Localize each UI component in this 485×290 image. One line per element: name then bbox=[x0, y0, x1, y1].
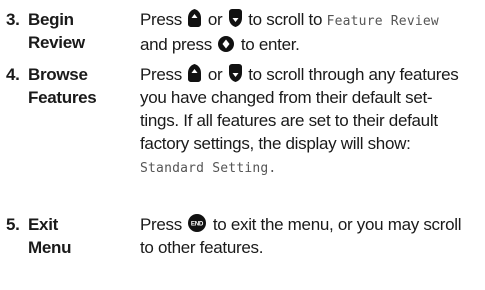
step-title-line2: Features bbox=[28, 88, 97, 107]
body-text: to scroll through any features bbox=[248, 65, 459, 84]
body-text: and press bbox=[140, 35, 212, 54]
step-3-body: Press or to scroll to Feature Review and… bbox=[140, 8, 482, 56]
scroll-up-key-icon bbox=[188, 9, 202, 27]
step-number: 5. bbox=[6, 215, 20, 234]
step-title: Browse bbox=[28, 65, 88, 84]
end-key-label: END bbox=[191, 221, 204, 228]
body-text: or bbox=[207, 10, 223, 29]
scroll-down-key-icon bbox=[228, 64, 242, 82]
step-title-line2: Review bbox=[28, 33, 85, 52]
scroll-down-key-icon bbox=[228, 9, 242, 27]
step-5-body: Press END to exit the menu, or you may s… bbox=[140, 213, 482, 259]
body-text: you have changed from their default set- bbox=[140, 88, 433, 107]
body-text: Press bbox=[140, 10, 182, 29]
body-text: tings. If all features are set to their … bbox=[140, 111, 438, 130]
body-text: to other features. bbox=[140, 238, 264, 257]
step-4-heading: 4. Browse Features bbox=[6, 63, 126, 109]
body-text: Press bbox=[140, 65, 182, 84]
body-text: to exit the menu, or you may scroll bbox=[212, 215, 462, 234]
select-key-icon bbox=[218, 36, 235, 52]
end-key-icon: END bbox=[188, 214, 207, 232]
step-title-line2: Menu bbox=[28, 238, 72, 257]
body-text: or bbox=[207, 65, 223, 84]
step-5-heading: 5. Exit Menu bbox=[6, 213, 126, 259]
step-4-body: Press or to scroll through any features … bbox=[140, 63, 482, 180]
step-3-heading: 3. Begin Review bbox=[6, 8, 126, 54]
lcd-text-standard-setting: Standard Setting. bbox=[140, 161, 277, 176]
body-text: factory settings, the display will show: bbox=[140, 134, 411, 153]
body-text: to enter. bbox=[240, 35, 300, 54]
lcd-text-feature-review: Feature Review bbox=[326, 14, 439, 29]
scroll-up-key-icon bbox=[188, 64, 202, 82]
step-title: Begin bbox=[28, 10, 74, 29]
step-number: 4. bbox=[6, 65, 20, 84]
body-text: to scroll to bbox=[248, 10, 323, 29]
step-title: Exit bbox=[28, 215, 58, 234]
step-number: 3. bbox=[6, 10, 20, 29]
body-text: Press bbox=[140, 215, 182, 234]
